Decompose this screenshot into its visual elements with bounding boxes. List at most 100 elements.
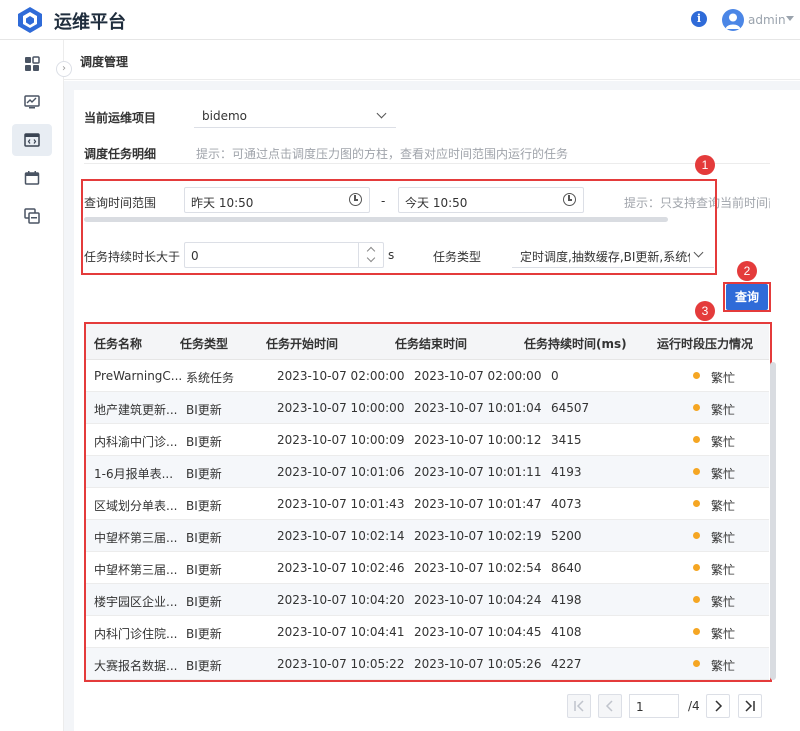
first-page-button[interactable] <box>567 694 591 718</box>
table-row[interactable]: 楼宇园区企业... BI更新 2023-10-07 10:04:20 2023-10-… <box>86 584 769 616</box>
table-cell: BI更新 <box>186 435 222 449</box>
project-select-value: bidemo <box>202 109 247 123</box>
page-number-input[interactable]: 1 <box>629 694 679 718</box>
sidebar-item-schedule[interactable] <box>12 124 52 156</box>
chevron-left-icon <box>605 700 613 712</box>
table-cell: 2023-10-07 10:04:41 <box>277 625 405 639</box>
table-cell: 2023-10-07 10:01:11 <box>414 465 542 479</box>
table-cell: 0 <box>551 369 559 383</box>
detail-label: 调度任务明细 <box>84 147 157 161</box>
table-cell: 地产建筑更新... <box>94 403 178 417</box>
user-name[interactable]: admin <box>748 13 786 27</box>
status-dot-icon <box>693 436 700 443</box>
chevron-down-icon[interactable] <box>786 16 794 21</box>
status-dot-icon <box>693 564 700 571</box>
table-cell: 2023-10-07 10:01:04 <box>414 401 542 415</box>
table-cell: BI更新 <box>186 499 222 513</box>
table-cell: 2023-10-07 10:01:06 <box>277 465 405 479</box>
sidebar-item-dashboard[interactable] <box>12 48 52 80</box>
table-cell: 4193 <box>551 465 582 479</box>
annotation-box-2 <box>723 282 771 312</box>
vertical-scrollbar[interactable] <box>770 362 776 680</box>
sidebar-item-windows[interactable] <box>12 200 52 232</box>
top-header: 运维平台 i admin <box>0 0 800 40</box>
chevron-right-icon <box>715 700 723 712</box>
prev-page-button[interactable] <box>598 694 622 718</box>
column-header[interactable]: 任务名称 <box>94 335 142 352</box>
table-row[interactable]: 区域划分单表... BI更新 2023-10-07 10:01:43 2023-10-… <box>86 488 769 520</box>
app-title: 运维平台 <box>54 12 126 33</box>
table-cell: 2023-10-07 10:00:09 <box>277 433 405 447</box>
table-cell: 4198 <box>551 593 582 607</box>
status-dot-icon <box>693 372 700 379</box>
sidebar-item-monitor[interactable] <box>12 86 52 118</box>
table-row[interactable]: 中望杯第三届... BI更新 2023-10-07 10:02:14 2023-10-… <box>86 520 769 552</box>
table-row[interactable]: 内科门诊住院... BI更新 2023-10-07 10:04:41 2023-10-… <box>86 616 769 648</box>
table-cell: 2023-10-07 10:02:14 <box>277 529 405 543</box>
table-cell: 大赛报名数据... <box>94 659 178 673</box>
project-select[interactable]: bidemo <box>194 104 396 128</box>
table-cell: 繁忙 <box>711 371 736 385</box>
table-cell: 繁忙 <box>711 531 736 545</box>
column-header[interactable]: 任务开始时间 <box>266 335 338 352</box>
table-cell: 中望杯第三届... <box>94 563 178 577</box>
table-cell: 楼宇园区企业... <box>94 595 178 609</box>
table-cell: 内科渝中门诊... <box>94 435 178 449</box>
table-row[interactable]: 大赛报名数据... BI更新 2023-10-07 10:05:22 2023-10-… <box>86 648 769 680</box>
table-cell: BI更新 <box>186 403 222 417</box>
table-cell: 5200 <box>551 529 582 543</box>
table-cell: 2023-10-07 02:00:00 <box>277 369 405 383</box>
sidebar-item-calendar[interactable] <box>12 162 52 194</box>
table-cell: 繁忙 <box>711 595 736 609</box>
column-header[interactable]: 运行时段压力情况 <box>657 335 753 352</box>
table-row[interactable]: 中望杯第三届... BI更新 2023-10-07 10:02:46 2023-10-… <box>86 552 769 584</box>
status-dot-icon <box>693 628 700 635</box>
table-row[interactable]: PreWarningC... 系统任务 2023-10-07 02:00:00 202… <box>86 360 769 392</box>
first-page-icon <box>574 700 584 712</box>
column-header[interactable]: 任务类型 <box>180 335 228 352</box>
status-dot-icon <box>693 660 700 667</box>
status-dot-icon <box>693 532 700 539</box>
table-cell: 2023-10-07 10:01:43 <box>277 497 405 511</box>
table-cell: 8640 <box>551 561 582 575</box>
user-avatar-icon <box>725 13 741 29</box>
table-cell: 4227 <box>551 657 582 671</box>
table-cell: 2023-10-07 10:05:26 <box>414 657 542 671</box>
project-label: 当前运维项目 <box>84 111 157 125</box>
table-cell: 繁忙 <box>711 435 736 449</box>
table-row[interactable]: 1-6月报单表... BI更新 2023-10-07 10:01:06 2023-10… <box>86 456 769 488</box>
code-window-icon <box>24 133 40 147</box>
avatar[interactable] <box>722 9 744 31</box>
table-cell: 64507 <box>551 401 590 415</box>
table-row[interactable]: 内科渝中门诊... BI更新 2023-10-07 10:00:09 2023-10-… <box>86 424 769 456</box>
annotation-badge-3: 3 <box>695 301 715 321</box>
windows-icon <box>24 208 40 224</box>
table-cell: 2023-10-07 10:00:00 <box>277 401 405 415</box>
breadcrumb-bar: 调度管理 <box>64 40 800 80</box>
last-page-icon <box>745 700 755 712</box>
table-cell: 2023-10-07 10:01:47 <box>414 497 542 511</box>
table-cell: BI更新 <box>186 563 222 577</box>
table-cell: 2023-10-07 10:04:24 <box>414 593 542 607</box>
table-cell: 区域划分单表... <box>94 499 178 513</box>
table-cell: 4073 <box>551 497 582 511</box>
table-cell: 2023-10-07 10:02:19 <box>414 529 542 543</box>
column-header[interactable]: 任务持续时间(ms) <box>524 335 627 352</box>
annotation-badge-2: 2 <box>737 261 757 281</box>
detail-hint: 提示：可通过点击调度压力图的方柱，查看对应时间范围内运行的任务 <box>196 147 569 161</box>
info-icon[interactable]: i <box>691 11 707 27</box>
column-header[interactable]: 任务结束时间 <box>395 335 467 352</box>
app-logo-icon <box>18 7 42 33</box>
table-cell: 中望杯第三届... <box>94 531 178 545</box>
table-row[interactable]: 地产建筑更新... BI更新 2023-10-07 10:00:00 2023-10-… <box>86 392 769 424</box>
table-cell: 繁忙 <box>711 499 736 513</box>
page-number-value: 1 <box>636 700 644 714</box>
last-page-button[interactable] <box>738 694 762 718</box>
status-dot-icon <box>693 500 700 507</box>
next-page-button[interactable] <box>706 694 730 718</box>
table-cell: PreWarningC... <box>94 369 182 383</box>
table-cell: BI更新 <box>186 627 222 641</box>
status-dot-icon <box>693 404 700 411</box>
dashboard-icon <box>25 56 40 71</box>
calendar-icon <box>24 171 40 185</box>
